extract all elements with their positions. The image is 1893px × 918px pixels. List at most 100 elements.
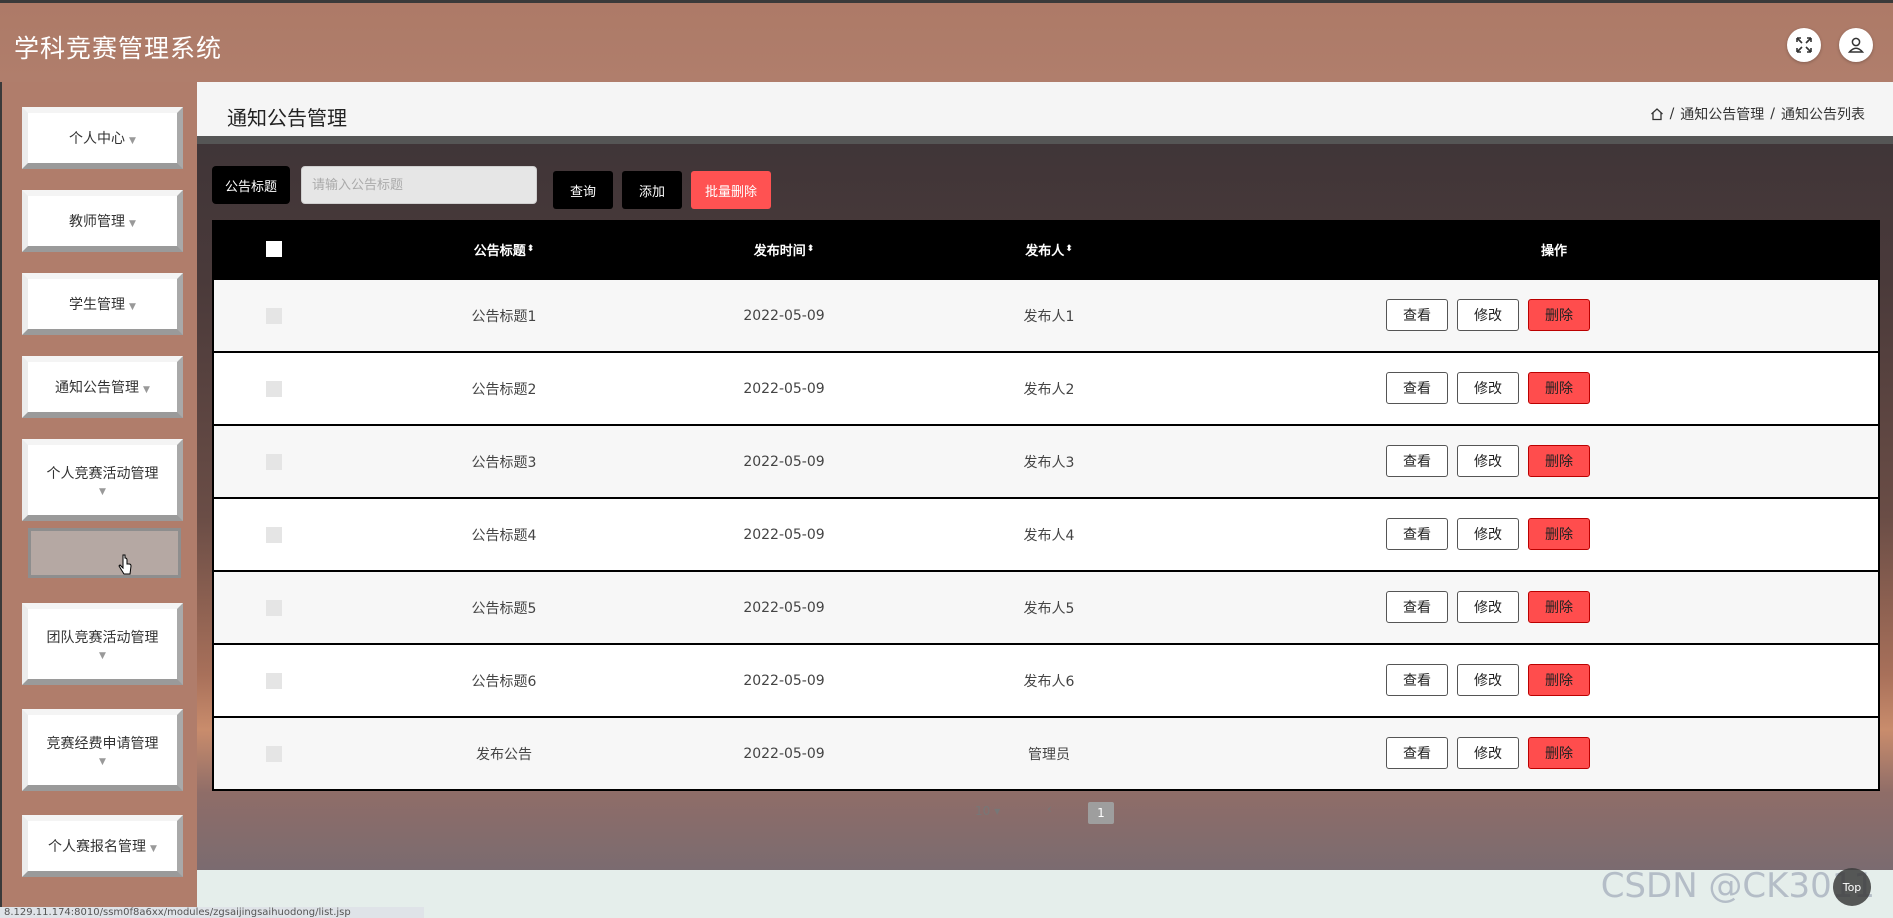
table-row: 公告标题2 2022-05-09 发布人2 查看 修改 删除 — [214, 351, 1878, 424]
sort-icon: ⬍ — [1065, 244, 1073, 254]
view-button[interactable]: 查看 — [1386, 664, 1448, 696]
sort-icon: ⬍ — [806, 244, 815, 254]
cell-time: 2022-05-09 — [743, 599, 825, 616]
view-button[interactable]: 查看 — [1386, 737, 1448, 769]
sidebar-item-notices[interactable]: 通知公告管理 ▼ — [22, 356, 183, 418]
cell-title: 发布公告 — [476, 746, 532, 763]
delete-button[interactable]: 删除 — [1528, 737, 1590, 769]
sidebar-item-label: 学生管理 — [69, 297, 126, 313]
user-button[interactable] — [1839, 28, 1873, 62]
sidebar-item-label: 个人赛报名管理 — [48, 839, 147, 855]
cell-time: 2022-05-09 — [743, 453, 825, 470]
edit-button[interactable]: 修改 — [1457, 518, 1519, 550]
column-header-title[interactable]: 公告标题 ⬍ — [374, 220, 634, 278]
query-button[interactable]: 查询 — [553, 171, 613, 209]
page-title: 通知公告管理 — [227, 106, 347, 130]
cell-publisher: 管理员 — [1028, 746, 1070, 763]
sidebar-item-label: 个人竞赛活动管理 — [46, 466, 159, 482]
cell-title: 公告标题1 — [471, 308, 537, 325]
breadcrumb-item[interactable]: 通知公告管理 — [1680, 104, 1764, 124]
cell-title: 公告标题5 — [471, 600, 537, 617]
chevron-down-icon: ▼ — [129, 136, 136, 146]
view-button[interactable]: 查看 — [1386, 372, 1448, 404]
edit-button[interactable]: 修改 — [1457, 372, 1519, 404]
current-page[interactable]: 1 — [1088, 802, 1114, 824]
sidebar-item-team-competition[interactable]: 团队竞赛活动管理 ▼ — [22, 603, 183, 685]
sidebar-item-label: 团队竞赛活动管理 — [46, 630, 159, 646]
cell-time: 2022-05-09 — [743, 672, 825, 689]
app-title: 学科竞赛管理系统 — [14, 34, 223, 63]
chevron-down-icon: ▼ — [129, 219, 136, 229]
column-header-time[interactable]: 发布时间 ⬍ — [654, 220, 914, 278]
pager-prev-icon[interactable]: ‹ — [1047, 802, 1052, 816]
edit-button[interactable]: 修改 — [1457, 664, 1519, 696]
user-icon — [1847, 37, 1865, 53]
chevron-down-icon: ▼ — [99, 487, 106, 497]
table-row: 公告标题1 2022-05-09 发布人1 查看 修改 删除 — [214, 278, 1878, 351]
delete-button[interactable]: 删除 — [1528, 445, 1590, 477]
row-checkbox[interactable] — [266, 307, 282, 324]
sidebar-item-label: 教师管理 — [69, 214, 126, 230]
batch-delete-button[interactable]: 批量删除 — [691, 171, 771, 209]
fullscreen-button[interactable] — [1787, 28, 1821, 62]
chevron-down-icon: ▼ — [99, 651, 106, 661]
sidebar-item-teachers[interactable]: 教师管理 ▼ — [22, 190, 183, 252]
row-checkbox[interactable] — [266, 745, 282, 762]
column-header-label: 发布时间 — [753, 243, 806, 259]
table-row: 公告标题3 2022-05-09 发布人3 查看 修改 删除 — [214, 424, 1878, 497]
sidebar-item-individual-competition[interactable]: 个人竞赛活动管理 ▼ — [22, 439, 183, 521]
select-all-checkbox[interactable] — [266, 241, 282, 257]
row-checkbox[interactable] — [266, 672, 282, 689]
fullscreen-icon — [1796, 37, 1812, 53]
row-checkbox[interactable] — [266, 526, 282, 543]
table-row: 发布公告 2022-05-09 管理员 查看 修改 删除 — [214, 716, 1878, 789]
breadcrumb-separator: / — [1770, 106, 1775, 122]
add-button[interactable]: 添加 — [622, 171, 682, 209]
row-checkbox[interactable] — [266, 380, 282, 397]
status-bar-url: 8.129.11.174:8010/ssm0f8a6xx/modules/zgs… — [0, 907, 424, 918]
back-to-top-button[interactable]: Top — [1833, 868, 1871, 906]
row-checkbox[interactable] — [266, 599, 282, 616]
chevron-down-icon: ▼ — [99, 757, 106, 767]
sidebar-submenu-hover[interactable] — [28, 528, 181, 578]
column-header-label: 公告标题 — [473, 243, 526, 259]
sidebar-item-individual-registration[interactable]: 个人赛报名管理 ▼ — [22, 815, 183, 877]
edit-button[interactable]: 修改 — [1457, 737, 1519, 769]
view-button[interactable]: 查看 — [1386, 591, 1448, 623]
delete-button[interactable]: 删除 — [1528, 372, 1590, 404]
table-row: 公告标题4 2022-05-09 发布人4 查看 修改 删除 — [214, 497, 1878, 570]
search-input[interactable] — [301, 166, 537, 204]
edit-button[interactable]: 修改 — [1457, 445, 1519, 477]
column-header-publisher[interactable]: 发布人 ⬍ — [934, 220, 1164, 278]
sidebar-item-personal-center[interactable]: 个人中心 ▼ — [22, 107, 183, 169]
title-bar: 通知公告管理 / 通知公告管理 / 通知公告列表 — [197, 82, 1893, 144]
page-size-select[interactable]: 10 ▾ — [975, 804, 1000, 818]
view-button[interactable]: 查看 — [1386, 518, 1448, 550]
sort-icon: ⬍ — [526, 244, 535, 254]
cell-time: 2022-05-09 — [743, 307, 825, 324]
column-header-actions: 操作 — [1414, 220, 1694, 278]
breadcrumb-separator: / — [1669, 106, 1675, 122]
edit-button[interactable]: 修改 — [1457, 591, 1519, 623]
table-row: 公告标题5 2022-05-09 发布人5 查看 修改 删除 — [214, 570, 1878, 643]
column-header-label: 发布人 — [1025, 243, 1065, 259]
row-checkbox[interactable] — [266, 453, 282, 470]
sidebar-item-label: 个人中心 — [69, 131, 126, 147]
delete-button[interactable]: 删除 — [1528, 664, 1590, 696]
sidebar-item-students[interactable]: 学生管理 ▼ — [22, 273, 183, 335]
view-button[interactable]: 查看 — [1386, 445, 1448, 477]
cell-publisher: 发布人2 — [1023, 381, 1075, 398]
view-button[interactable]: 查看 — [1386, 299, 1448, 331]
cell-time: 2022-05-09 — [743, 745, 825, 762]
column-header-label: 操作 — [1540, 243, 1567, 259]
cell-publisher: 发布人3 — [1023, 454, 1075, 471]
sidebar-item-funding[interactable]: 竞赛经费申请管理 ▼ — [22, 709, 183, 791]
cell-title: 公告标题3 — [471, 454, 537, 471]
delete-button[interactable]: 删除 — [1528, 299, 1590, 331]
home-icon[interactable] — [1650, 107, 1664, 121]
edit-button[interactable]: 修改 — [1457, 299, 1519, 331]
delete-button[interactable]: 删除 — [1528, 591, 1590, 623]
cell-title: 公告标题2 — [471, 381, 537, 398]
delete-button[interactable]: 删除 — [1528, 518, 1590, 550]
sidebar-item-label: 竞赛经费申请管理 — [46, 736, 159, 752]
